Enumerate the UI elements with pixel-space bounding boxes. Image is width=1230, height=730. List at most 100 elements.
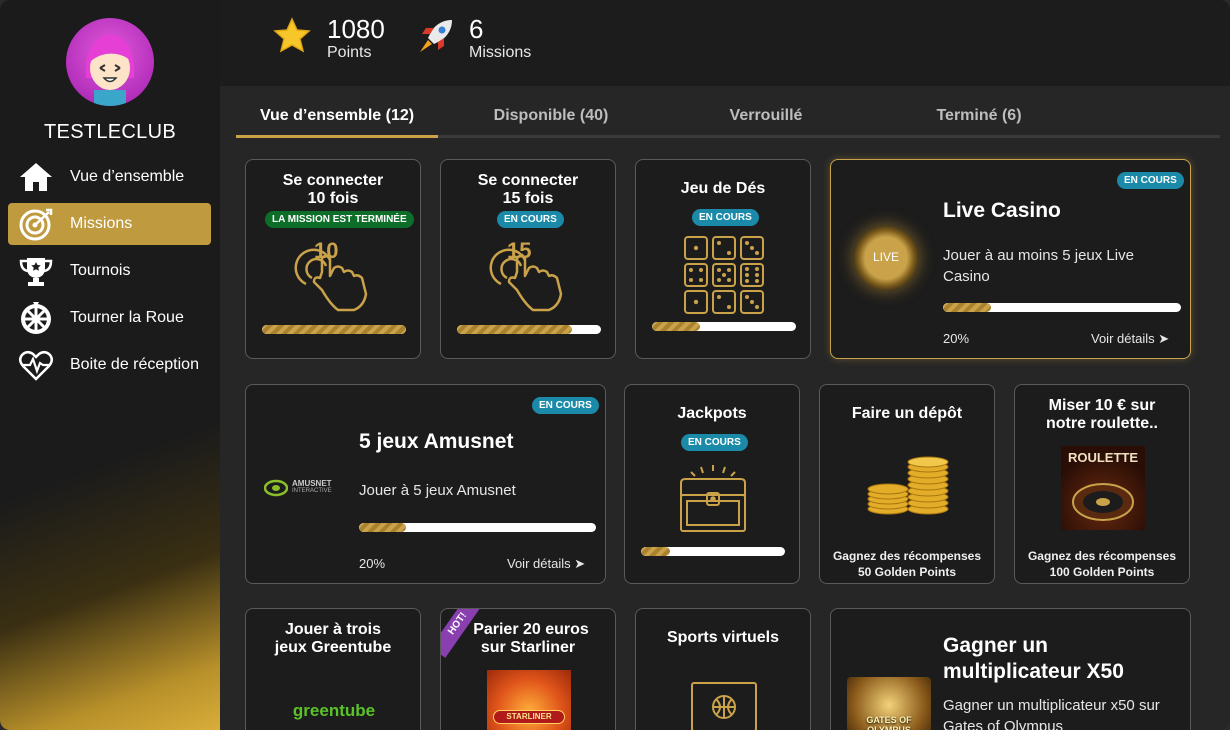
mission-card-virtual-sports[interactable]: Sports virtuels	[635, 608, 811, 730]
starliner-thumb-text: STARLINER	[493, 710, 565, 724]
trophy-icon	[19, 258, 53, 286]
card-description: Gagner un multiplicateur x50 sur Gates o…	[943, 697, 1160, 730]
mission-card-connect-10[interactable]: Se connecter 10 fois LA MISSION EST TERM…	[245, 159, 421, 359]
points-value: 1080	[327, 14, 385, 44]
rocket-icon	[420, 20, 452, 52]
mission-card-dice[interactable]: Jeu de Dés EN COURS	[635, 159, 811, 359]
progress-bar	[457, 325, 601, 334]
treasure-chest-icon	[680, 465, 746, 532]
dice-icon	[684, 236, 764, 314]
status-badge: EN COURS	[497, 211, 564, 228]
greentube-logo: greentube	[292, 701, 376, 720]
heart-icon	[19, 351, 53, 381]
sidebar-item-label: Vue d’ensemble	[70, 168, 185, 185]
tab-available[interactable]: Disponible (40)	[446, 100, 656, 135]
sidebar-item-label: Boite de réception	[70, 356, 199, 373]
sidebar-item-inbox[interactable]: Boite de réception	[8, 344, 211, 386]
tab-locked[interactable]: Verrouillé	[666, 100, 866, 135]
progress-fill	[943, 303, 991, 312]
progress-fill	[641, 547, 670, 556]
live-casino-logo: LIVE	[853, 225, 919, 291]
card-title: Live Casino	[943, 199, 1061, 222]
roulette-thumbnail[interactable]: ROULETTE	[1061, 446, 1145, 530]
progress-fill	[457, 325, 573, 334]
details-link[interactable]: Voir détails ➤	[507, 556, 585, 572]
olympus-thumb-text: GATES OF OLYMPUS	[866, 715, 912, 730]
sidebar-item-label: Tournois	[70, 262, 131, 279]
mission-card-roulette[interactable]: Miser 10 € sur notre roulette.. ROULETTE…	[1014, 384, 1190, 584]
sidebar-item-tournaments[interactable]: Tournois	[8, 250, 211, 292]
card-title: Sports virtuels	[666, 629, 780, 646]
card-title-line1: Se connecter	[477, 172, 579, 189]
progress-fill	[359, 523, 407, 532]
mission-card-greentube[interactable]: Jouer à trois jeux Greentube greentube	[245, 608, 421, 730]
status-badge: LA MISSION EST TERMINÉE	[265, 211, 414, 228]
card-description: Jouer à 5 jeux Amusnet	[359, 482, 516, 499]
username: TESTLECLUB	[44, 121, 176, 143]
amusnet-logo-text: AMUSNET	[292, 479, 332, 488]
card-title-line1: Se connecter	[282, 172, 384, 189]
missions-stat: 6 Missions	[416, 12, 556, 72]
sidebar-item-missions[interactable]: Missions	[8, 203, 211, 245]
reward-points: 100 Golden Points	[1049, 565, 1155, 579]
progress-fill	[652, 322, 700, 331]
card-title: Gagner un multiplicateur X50	[943, 634, 1124, 683]
missions-value: 6	[469, 14, 484, 44]
reward-points: 50 Golden Points	[857, 565, 956, 579]
olympus-thumbnail[interactable]: GATES OF OLYMPUS	[847, 677, 931, 730]
reward-text: Gagnez des récompenses	[832, 549, 982, 563]
mission-card-olympus[interactable]: GATES OF OLYMPUS Gagner un multiplicateu…	[830, 608, 1191, 730]
virtual-sports-screen-icon	[691, 682, 757, 730]
star-icon	[273, 17, 311, 53]
card-description: Jouer à au moins 5 jeux Live Casino	[943, 247, 1134, 285]
status-badge: EN COURS	[681, 434, 748, 451]
avatar[interactable]	[66, 18, 154, 106]
wheel-icon	[21, 302, 51, 334]
status-badge: EN COURS	[692, 209, 759, 226]
tab-completed[interactable]: Terminé (6)	[876, 100, 1082, 135]
points-stat: 1080 Points	[272, 12, 402, 72]
roulette-thumb-text: ROULETTE	[1067, 450, 1139, 465]
tab-bar: Vue d’ensemble (12) Disponible (40) Verr…	[236, 100, 1220, 138]
sidebar-nav: Vue d’ensemble Missions Tournois Tourner…	[8, 156, 211, 391]
sidebar-item-label: Missions	[70, 215, 133, 232]
amusnet-mark-icon	[263, 479, 289, 497]
card-title-line1: Miser 10 € sur	[1048, 397, 1156, 414]
coin-stack-icon	[867, 456, 949, 515]
details-label: Voir détails	[507, 556, 571, 571]
card-title-line1: Jouer à trois	[284, 621, 382, 638]
status-badge: EN COURS	[532, 397, 599, 414]
card-title: 5 jeux Amusnet	[359, 430, 514, 453]
tab-overview[interactable]: Vue d’ensemble (12)	[236, 100, 438, 138]
sidebar-item-wheel[interactable]: Tourner la Roue	[8, 297, 211, 339]
mission-card-deposit[interactable]: Faire un dépôt Gagnez des récompenses 50…	[819, 384, 995, 584]
sidebar-item-label: Tourner la Roue	[70, 309, 184, 326]
progress-bar	[652, 322, 796, 331]
sidebar: TESTLECLUB Vue d’ensemble Missions Tourn…	[0, 0, 220, 730]
progress-bar	[359, 523, 596, 532]
details-link[interactable]: Voir détails ➤	[1091, 331, 1169, 347]
mission-card-jackpots[interactable]: Jackpots EN COURS	[624, 384, 800, 584]
mission-card-starliner[interactable]: HOT! Parier 20 euros sur Starliner STARL…	[440, 608, 616, 730]
card-title: Faire un dépôt	[851, 405, 963, 422]
target-icon	[19, 208, 53, 241]
progress-bar	[641, 547, 785, 556]
progress-percent: 20%	[943, 331, 970, 346]
mission-card-amusnet[interactable]: EN COURS AMUSNET INTERACTIVE 5 jeux Amus…	[245, 384, 606, 584]
card-title-line2: jeux Greentube	[274, 639, 392, 656]
home-icon	[20, 163, 52, 191]
mission-card-connect-15[interactable]: Se connecter 15 fois EN COURS 15	[440, 159, 616, 359]
progress-fill	[262, 325, 406, 334]
arrow-right-icon: ➤	[1158, 331, 1170, 346]
starliner-thumbnail[interactable]: STARLINER	[487, 670, 571, 730]
card-title-line2: 10 fois	[307, 190, 359, 207]
app: TESTLECLUB Vue d’ensemble Missions Tourn…	[0, 0, 1230, 730]
card-title-line2: sur Starliner	[480, 639, 576, 656]
mission-card-live-casino[interactable]: EN COURS LIVE Live Casino Jouer à au moi…	[830, 159, 1191, 359]
card-title-line2: 15 fois	[502, 190, 554, 207]
card-title: Jackpots	[677, 405, 747, 422]
progress-bar	[943, 303, 1181, 312]
missions-label: Missions	[469, 44, 532, 61]
sidebar-item-overview[interactable]: Vue d’ensemble	[8, 156, 211, 198]
card-title-line2: notre roulette..	[1045, 415, 1158, 432]
